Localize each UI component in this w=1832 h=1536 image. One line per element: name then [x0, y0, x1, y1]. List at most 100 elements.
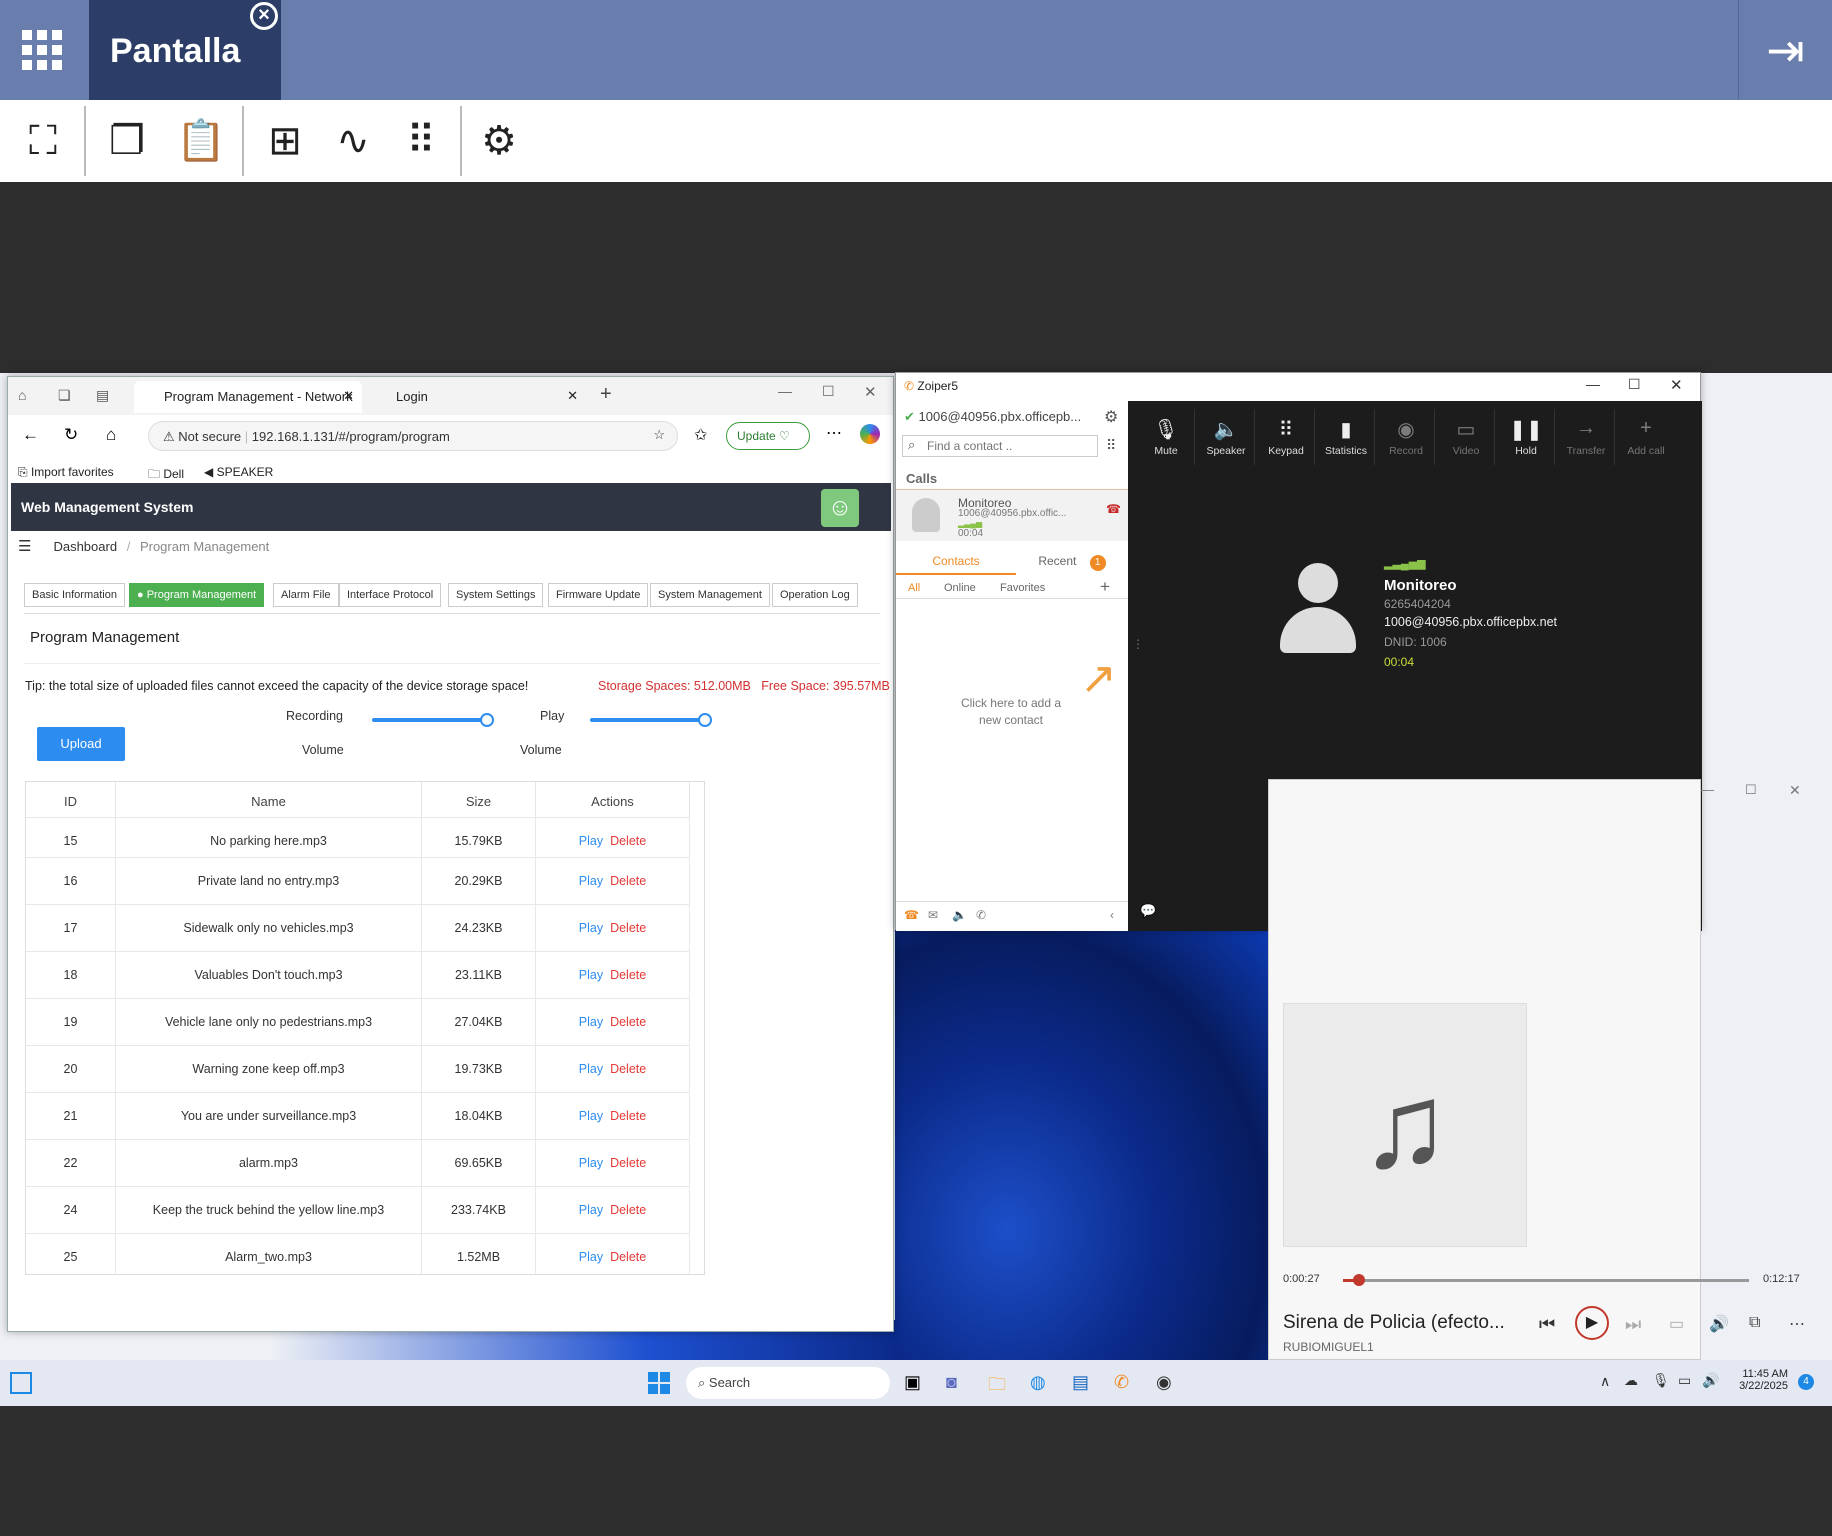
- minimize-icon[interactable]: —: [778, 383, 792, 399]
- close-icon[interactable]: ✕: [1670, 376, 1683, 394]
- microphone-icon[interactable]: 🎙: [1652, 1372, 1670, 1389]
- captions-icon[interactable]: ▭: [1669, 1314, 1684, 1334]
- call-control-video[interactable]: ▭ Video: [1436, 417, 1496, 457]
- new-tab-icon[interactable]: +: [600, 383, 612, 406]
- play-link[interactable]: Play: [579, 1203, 603, 1217]
- filter-favorites[interactable]: Favorites: [1000, 582, 1045, 594]
- play-link[interactable]: Play: [579, 1015, 603, 1029]
- copilot-icon[interactable]: [860, 424, 880, 444]
- seek-bar[interactable]: [1343, 1279, 1749, 1282]
- home-icon[interactable]: ⌂: [106, 425, 116, 445]
- play-slider-handle[interactable]: [698, 713, 712, 727]
- avatar[interactable]: ☺: [821, 489, 859, 527]
- more-icon[interactable]: ⋯: [826, 423, 842, 443]
- maximize-icon[interactable]: ☐: [1628, 376, 1641, 393]
- store-icon[interactable]: ▤: [1072, 1372, 1089, 1393]
- speaker-icon[interactable]: 🔈: [952, 908, 967, 922]
- settings-icon[interactable]: ⚙: [476, 118, 522, 164]
- tab-firmware-update[interactable]: Firmware Update: [548, 583, 649, 607]
- miniplayer-icon[interactable]: ⧉: [1749, 1314, 1760, 1332]
- logout-icon[interactable]: ⇥: [1738, 0, 1832, 100]
- close-icon[interactable]: ×: [250, 2, 278, 30]
- start-icon[interactable]: [648, 1372, 670, 1394]
- call-control-hold[interactable]: ❚❚ Hold: [1496, 417, 1556, 457]
- play-link[interactable]: Play: [579, 1109, 603, 1123]
- filter-online[interactable]: Online: [944, 582, 976, 594]
- delete-link[interactable]: Delete: [610, 1015, 646, 1029]
- delete-link[interactable]: Delete: [610, 1156, 646, 1170]
- scroll-down-icon[interactable]: ▼: [704, 1261, 705, 1271]
- call-control-add-call[interactable]: + Add call: [1616, 417, 1676, 457]
- play-button[interactable]: ▶: [1575, 1306, 1609, 1340]
- maximize-icon[interactable]: ☐: [822, 383, 835, 400]
- close-icon[interactable]: ✕: [864, 383, 877, 401]
- tab-recent[interactable]: Recent 1: [1016, 547, 1128, 575]
- file-explorer-icon[interactable]: 🗀: [988, 1372, 1006, 1402]
- collections-icon[interactable]: ❏: [58, 387, 71, 404]
- add-contact-icon[interactable]: +: [1100, 577, 1110, 597]
- play-link[interactable]: Play: [579, 834, 603, 848]
- call-control-transfer[interactable]: → Transfer: [1556, 417, 1616, 457]
- play-link[interactable]: Play: [579, 874, 603, 888]
- keypad-icon[interactable]: ⠿: [398, 118, 444, 164]
- star-icon[interactable]: ☆: [653, 427, 665, 443]
- breadcrumb-home[interactable]: Dashboard: [53, 539, 117, 554]
- recording-slider-handle[interactable]: [480, 713, 494, 727]
- filter-all[interactable]: All: [908, 582, 920, 594]
- play-link[interactable]: Play: [579, 968, 603, 982]
- close-icon[interactable]: ✕: [567, 388, 578, 404]
- call-control-speaker[interactable]: 🔈 Speaker: [1196, 417, 1256, 457]
- tab-operation-log[interactable]: Operation Log: [772, 583, 858, 607]
- play-link[interactable]: Play: [579, 1250, 603, 1264]
- widgets-icon[interactable]: [10, 1372, 32, 1394]
- tab-program-management[interactable]: ● Program Management: [129, 583, 265, 607]
- copy-icon[interactable]: ❐: [104, 118, 150, 164]
- collapse-icon[interactable]: ‹: [1110, 908, 1114, 922]
- delete-link[interactable]: Delete: [610, 1203, 646, 1217]
- message-icon[interactable]: ✉: [928, 908, 938, 922]
- clock[interactable]: 11:45 AM 3/22/2025: [1736, 1368, 1788, 1392]
- media-player-icon[interactable]: ◉: [1156, 1372, 1172, 1393]
- delete-link[interactable]: Delete: [610, 921, 646, 935]
- seek-handle[interactable]: [1353, 1274, 1366, 1286]
- favorites-icon[interactable]: ✩: [694, 425, 707, 445]
- edge-icon[interactable]: ◍: [1030, 1372, 1046, 1393]
- menu-icon[interactable]: ☰: [18, 538, 31, 555]
- delete-link[interactable]: Delete: [610, 968, 646, 982]
- delete-link[interactable]: Delete: [610, 1062, 646, 1076]
- settings-icon[interactable]: ⚙: [1104, 407, 1118, 427]
- phone-icon[interactable]: ☎: [904, 908, 919, 922]
- zoiper-icon[interactable]: ✆: [1114, 1372, 1129, 1393]
- hangup-icon[interactable]: ☎: [1106, 502, 1121, 516]
- call-control-mute[interactable]: 🎙 Mute: [1136, 417, 1196, 457]
- tab-contacts[interactable]: Contacts: [896, 547, 1016, 575]
- maximize-icon[interactable]: ☐: [1745, 782, 1757, 798]
- dialpad-icon[interactable]: ⠿: [1106, 437, 1116, 454]
- tab-interface-protocol[interactable]: Interface Protocol: [339, 583, 442, 607]
- table-scrollbar[interactable]: ▲▼: [703, 823, 705, 1274]
- call-control-keypad[interactable]: ⠿ Keypad: [1256, 417, 1316, 457]
- next-icon[interactable]: ⏭: [1625, 1314, 1641, 1335]
- chat-icon[interactable]: 💬: [1140, 903, 1156, 919]
- tab-basic-information[interactable]: Basic Information: [24, 583, 125, 607]
- tab-system-management[interactable]: System Management: [650, 583, 770, 607]
- close-icon[interactable]: ✕: [1789, 782, 1801, 799]
- minimize-icon[interactable]: —: [1701, 782, 1714, 797]
- resize-handle[interactable]: ⋮: [1132, 637, 1144, 651]
- apps-grid-icon[interactable]: [22, 30, 62, 70]
- network-icon[interactable]: ▭: [1678, 1372, 1691, 1389]
- tray-chevron-icon[interactable]: ∧: [1600, 1373, 1610, 1390]
- volume-icon[interactable]: 🔊: [1702, 1372, 1719, 1389]
- delete-link[interactable]: Delete: [610, 1250, 646, 1264]
- activity-icon[interactable]: ∿: [330, 118, 376, 164]
- favorite-speaker[interactable]: ◀ SPEAKER: [204, 465, 273, 479]
- minimize-icon[interactable]: —: [1586, 376, 1600, 392]
- teams-icon[interactable]: ◙: [946, 1372, 957, 1393]
- tab-system-settings[interactable]: System Settings: [448, 583, 544, 607]
- fullscreen-icon[interactable]: ⛶: [20, 118, 66, 164]
- call-control-statistics[interactable]: ▮ Statistics: [1316, 417, 1376, 457]
- workspaces-icon[interactable]: ⌂: [18, 387, 26, 403]
- delete-link[interactable]: Delete: [610, 874, 646, 888]
- search-box[interactable]: ⌕ Search: [686, 1367, 890, 1399]
- play-link[interactable]: Play: [579, 1156, 603, 1170]
